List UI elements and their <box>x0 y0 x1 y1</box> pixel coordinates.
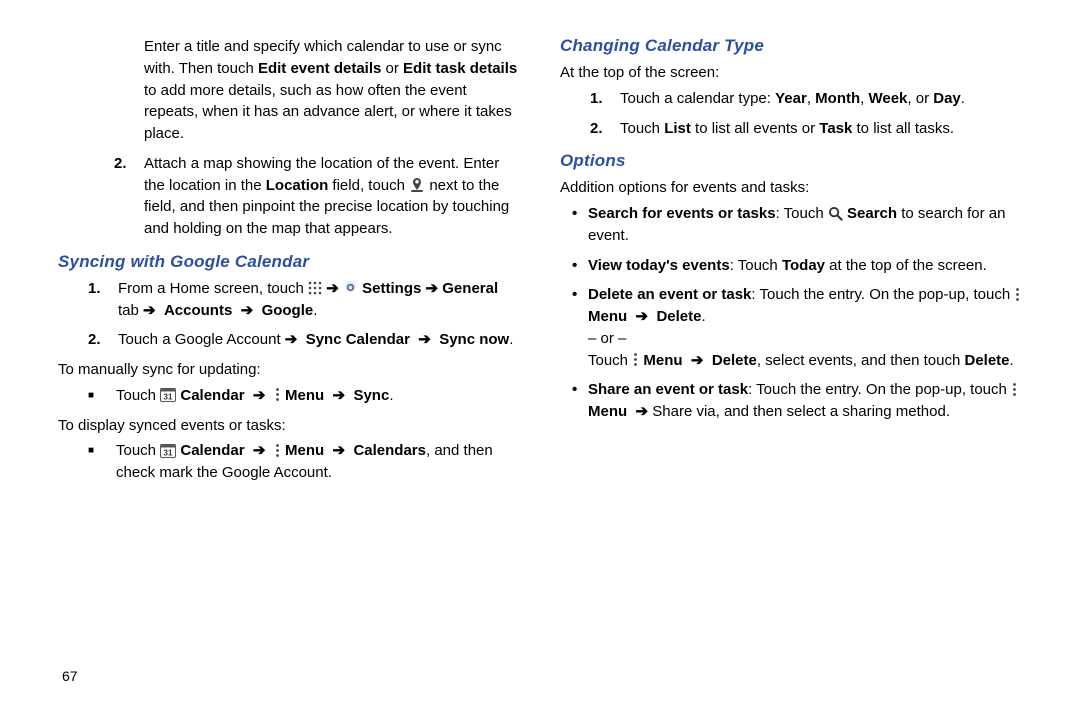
step-text: Touch a calendar type: Year, Month, Week… <box>620 88 965 110</box>
heading-changing-type: Changing Calendar Type <box>560 36 1042 56</box>
option-search: Search for events or tasks: Touch Search… <box>572 203 1042 247</box>
step-text: From a Home screen, touch ➔ Settings ➔ G… <box>118 278 520 322</box>
item-text: View today's events: Touch Today at the … <box>588 255 987 277</box>
caltype-steps: 1. Touch a calendar type: Year, Month, W… <box>560 88 1042 140</box>
top-of-screen: At the top of the screen: <box>560 62 1042 84</box>
sync-steps: 1. From a Home screen, touch ➔ Settings … <box>58 278 520 351</box>
intro-step-1: Enter a title and specify which calendar… <box>114 36 520 145</box>
caltype-step-1: 1. Touch a calendar type: Year, Month, W… <box>590 88 1042 110</box>
menu-dots-icon <box>274 443 281 458</box>
sync-step-2: 2. Touch a Google Account ➔ Sync Calenda… <box>88 329 520 351</box>
menu-dots-icon <box>1011 382 1018 397</box>
left-column: Enter a title and specify which calendar… <box>58 36 550 702</box>
menu-dots-icon <box>1014 287 1021 302</box>
intro-steps: Enter a title and specify which calendar… <box>58 36 520 240</box>
list-item: Touch 31 Calendar ➔ Menu ➔ Calendars, an… <box>88 440 520 484</box>
manual-page: Enter a title and specify which calendar… <box>0 0 1080 720</box>
options-list: Search for events or tasks: Touch Search… <box>560 203 1042 423</box>
step-text: Touch List to list all events or Task to… <box>620 118 954 140</box>
manual-sync-list: Touch 31 Calendar ➔ Menu ➔ Sync. <box>58 385 520 407</box>
calendar-31-icon: 31 <box>160 387 176 402</box>
heading-options: Options <box>560 151 1042 171</box>
manual-sync-intro: To manually sync for updating: <box>58 359 520 381</box>
step-text: Enter a title and specify which calendar… <box>144 36 520 145</box>
settings-gear-icon <box>343 280 358 295</box>
item-text: Delete an event or task: Touch the entry… <box>588 284 1042 371</box>
step-text: Touch a Google Account ➔ Sync Calendar ➔… <box>118 329 513 351</box>
location-pin-icon <box>409 177 425 193</box>
item-text: Share an event or task: Touch the entry.… <box>588 379 1042 423</box>
svg-text:31: 31 <box>164 393 173 402</box>
intro-step-2: 2. Attach a map showing the location of … <box>114 153 520 240</box>
apps-grid-icon <box>308 281 322 295</box>
option-delete: Delete an event or task: Touch the entry… <box>572 284 1042 371</box>
page-number: 67 <box>62 668 78 684</box>
calendar-31-icon: 31 <box>160 443 176 458</box>
svg-text:31: 31 <box>164 448 173 457</box>
option-share: Share an event or task: Touch the entry.… <box>572 379 1042 423</box>
item-text: Touch 31 Calendar ➔ Menu ➔ Sync. <box>116 385 393 407</box>
step-text: Attach a map showing the location of the… <box>144 153 520 240</box>
caltype-step-2: 2. Touch List to list all events or Task… <box>590 118 1042 140</box>
option-today: View today's events: Touch Today at the … <box>572 255 1042 277</box>
list-item: Touch 31 Calendar ➔ Menu ➔ Sync. <box>88 385 520 407</box>
heading-syncing: Syncing with Google Calendar <box>58 252 520 272</box>
display-synced-intro: To display synced events or tasks: <box>58 415 520 437</box>
options-intro: Addition options for events and tasks: <box>560 177 1042 199</box>
menu-dots-icon <box>632 352 639 367</box>
item-text: Touch 31 Calendar ➔ Menu ➔ Calendars, an… <box>116 440 520 484</box>
menu-dots-icon <box>274 387 281 402</box>
display-synced-list: Touch 31 Calendar ➔ Menu ➔ Calendars, an… <box>58 440 520 484</box>
search-icon <box>828 206 843 221</box>
item-text: Search for events or tasks: Touch Search… <box>588 203 1042 247</box>
sync-step-1: 1. From a Home screen, touch ➔ Settings … <box>88 278 520 322</box>
right-column: Changing Calendar Type At the top of the… <box>550 36 1042 702</box>
